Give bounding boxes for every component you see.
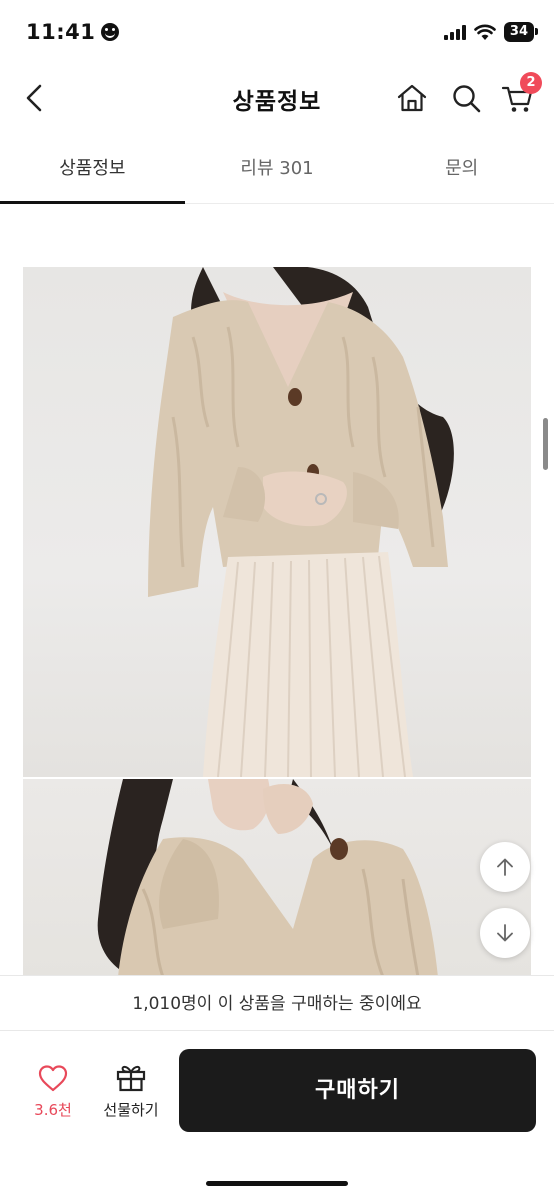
home-icon (397, 84, 427, 112)
buyers-banner: 1,010명이 이 상품을 구매하는 중이에요 (0, 975, 554, 1031)
top-header: 상품정보 2 (0, 66, 554, 130)
product-photo (23, 779, 531, 977)
scroll-up-button[interactable] (480, 842, 530, 892)
tab-bar: 상품정보 리뷰 301 문의 (0, 140, 554, 204)
tab-product-info[interactable]: 상품정보 (0, 140, 185, 204)
status-time: 11:41 (26, 20, 120, 44)
arrow-down-icon (497, 924, 513, 942)
battery-icon: 34 (503, 22, 539, 42)
gift-icon (116, 1065, 146, 1092)
scroll-down-button[interactable] (480, 908, 530, 958)
product-image-list (23, 267, 531, 977)
bottom-action-bar: 3.6천 선물하기 구매하기 (0, 1031, 554, 1200)
status-indicators: 34 (443, 22, 539, 42)
heart-icon (38, 1065, 68, 1092)
arrow-up-icon (497, 858, 513, 876)
smiley-icon (101, 23, 120, 41)
tab-reviews[interactable]: 리뷰 301 (185, 140, 370, 203)
signal-icon (443, 24, 466, 40)
cart-button[interactable]: 2 (500, 72, 542, 116)
status-time-text: 11:41 (26, 20, 96, 44)
search-button[interactable] (448, 80, 484, 116)
search-icon (453, 85, 481, 113)
home-indicator (206, 1181, 348, 1186)
gift-label: 선물하기 (103, 1101, 159, 1119)
status-bar: 11:41 34 (0, 0, 554, 66)
wifi-icon (474, 24, 496, 40)
buy-button[interactable]: 구매하기 (179, 1049, 536, 1132)
like-button[interactable]: 3.6천 (28, 1063, 78, 1120)
scrollbar-thumb[interactable] (543, 418, 548, 470)
like-count: 3.6천 (34, 1101, 72, 1119)
home-button[interactable] (394, 80, 430, 116)
cart-count-badge: 2 (520, 72, 542, 94)
product-photo (23, 267, 531, 777)
tab-inquiry[interactable]: 문의 (369, 140, 554, 203)
gift-button[interactable]: 선물하기 (96, 1061, 166, 1120)
